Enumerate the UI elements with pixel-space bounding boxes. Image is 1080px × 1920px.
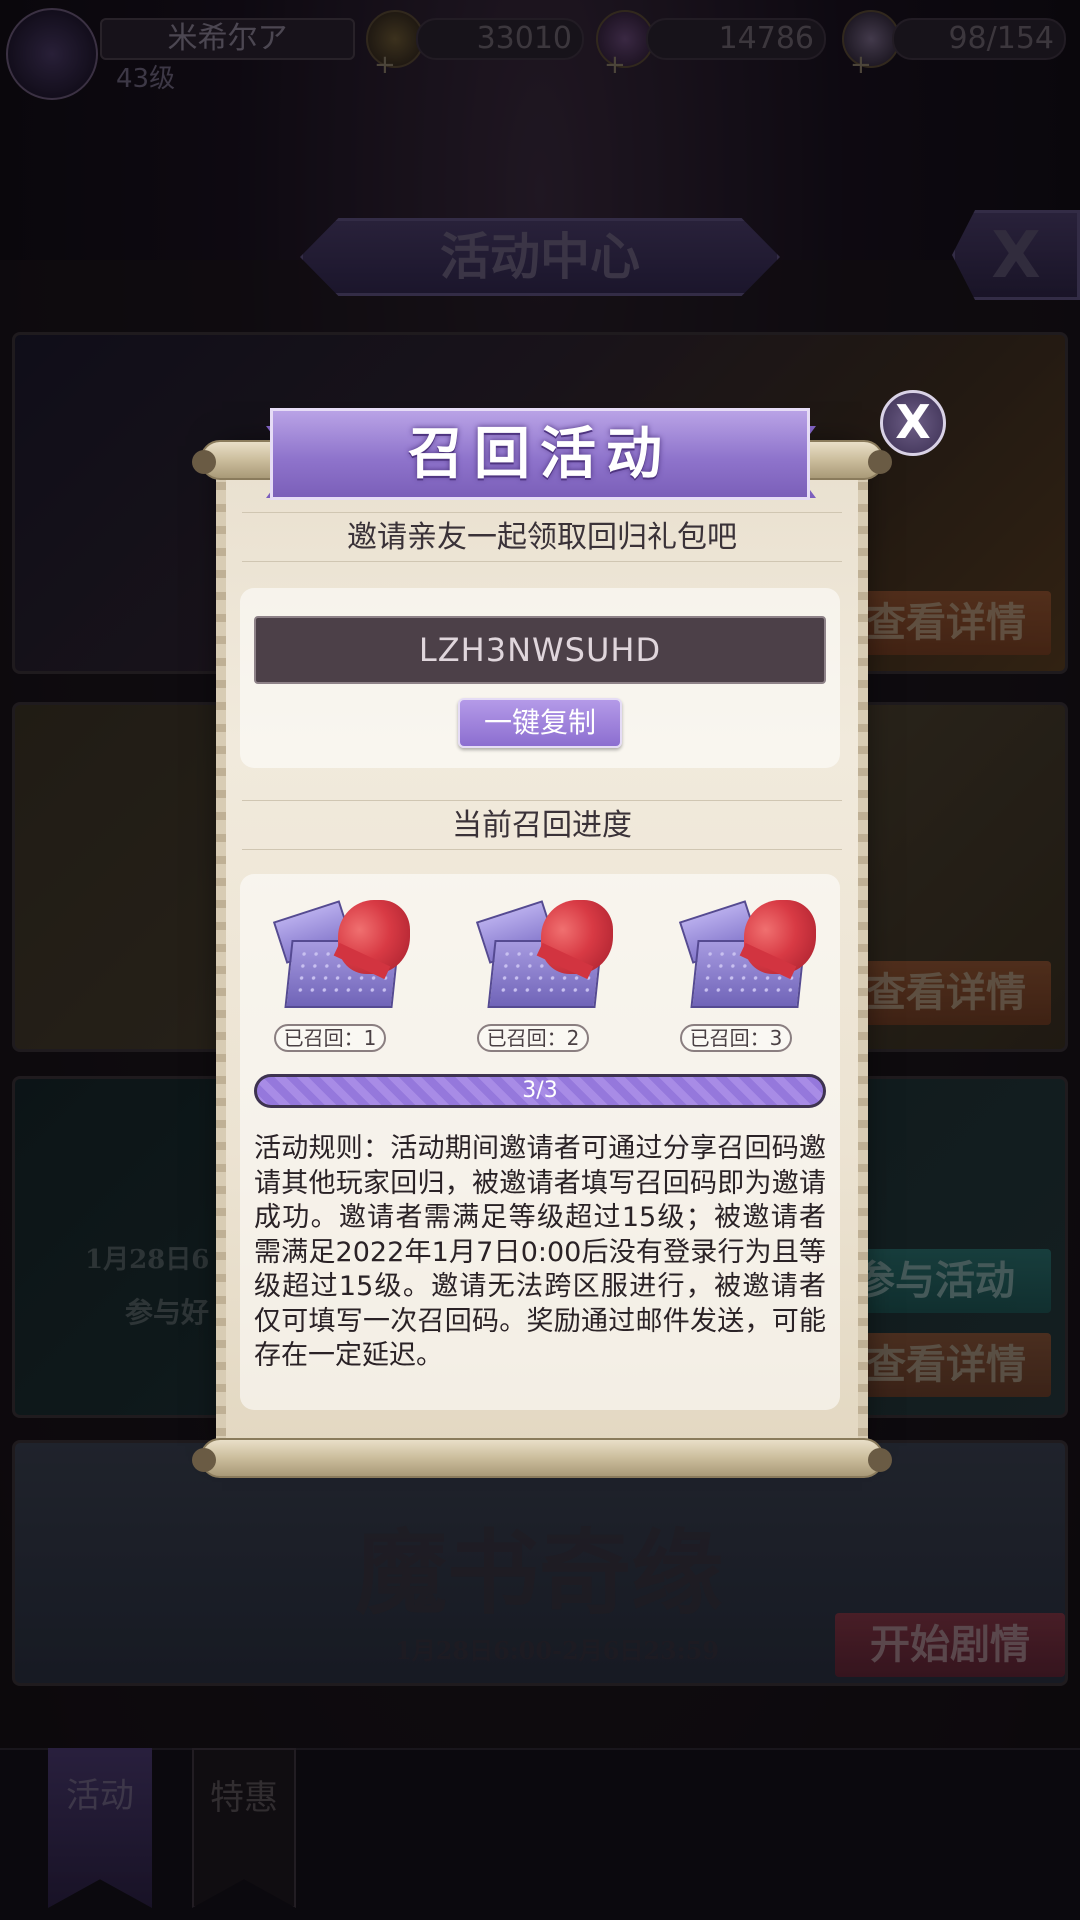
reward-label-3: 已召回：3 — [680, 1024, 792, 1052]
modal-close-button[interactable]: X — [880, 390, 946, 456]
reward-label-2: 已召回：2 — [477, 1024, 589, 1052]
reward-gift-3[interactable] — [678, 900, 824, 1010]
rod-knob-icon — [192, 1448, 216, 1472]
reward-gift-1[interactable] — [272, 900, 418, 1010]
invite-code-field[interactable]: LZH3NWSUHD — [254, 616, 826, 684]
reward-gift-2[interactable] — [475, 900, 621, 1010]
progress-heading: 当前召回进度 — [242, 800, 842, 850]
activity-rules-text: 活动规则：活动期间邀请者可通过分享召回码邀请其他玩家回归，被邀请者填写召回码即为… — [254, 1133, 826, 1371]
modal-title: 召回活动 — [408, 421, 672, 487]
rod-knob-icon — [868, 1448, 892, 1472]
recall-progress-text: 3/3 — [522, 1078, 558, 1103]
scroll-rod-bottom — [192, 1438, 892, 1478]
rod-knob-icon — [868, 450, 892, 474]
copy-code-button[interactable]: 一键复制 — [458, 698, 622, 748]
modal-subtitle: 邀请亲友一起领取回归礼包吧 — [242, 512, 842, 562]
rod-knob-icon — [192, 450, 216, 474]
reward-label-1: 已召回：1 — [274, 1024, 386, 1052]
